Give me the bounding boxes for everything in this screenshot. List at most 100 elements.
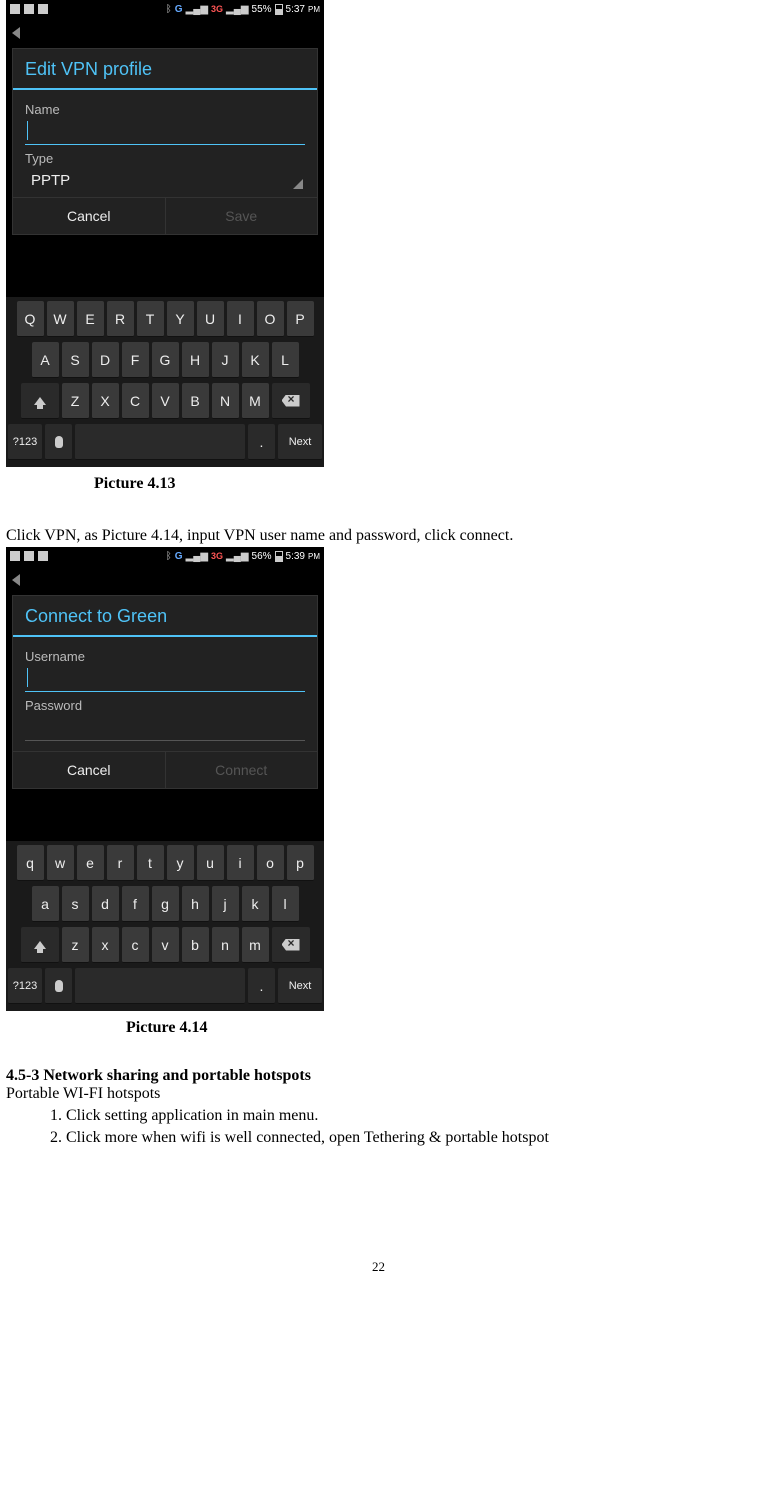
kb-row-4: ?123 . Next bbox=[8, 424, 322, 460]
back-icon[interactable] bbox=[12, 574, 20, 586]
key-u[interactable]: U bbox=[197, 301, 224, 337]
key-y[interactable]: Y bbox=[167, 301, 194, 337]
key-backspace[interactable] bbox=[272, 383, 310, 419]
status-bar: ᛒ G ▂▄▆ 3G ▂▄▆ 55% 5:37 PM bbox=[6, 0, 324, 18]
key-c[interactable]: c bbox=[122, 927, 149, 963]
key-p[interactable]: P bbox=[287, 301, 314, 337]
key-next[interactable]: Next bbox=[278, 424, 322, 460]
key-w[interactable]: w bbox=[47, 845, 74, 881]
key-b[interactable]: B bbox=[182, 383, 209, 419]
key-t[interactable]: t bbox=[137, 845, 164, 881]
mic-icon bbox=[55, 980, 63, 992]
key-mic[interactable] bbox=[45, 968, 72, 1004]
key-g[interactable]: G bbox=[152, 342, 179, 378]
kb-row-4: ?123 . Next bbox=[8, 968, 322, 1004]
section-subheading: Portable WI-FI hotspots bbox=[6, 1085, 751, 1103]
key-backspace[interactable] bbox=[272, 927, 310, 963]
key-a[interactable]: A bbox=[32, 342, 59, 378]
key-j[interactable]: j bbox=[212, 886, 239, 922]
key-w[interactable]: W bbox=[47, 301, 74, 337]
save-button[interactable]: Save bbox=[165, 198, 318, 234]
key-h[interactable]: h bbox=[182, 886, 209, 922]
name-label: Name bbox=[25, 102, 305, 117]
section-heading: 4.5-3 Network sharing and portable hotsp… bbox=[6, 1067, 751, 1085]
key-n[interactable]: N bbox=[212, 383, 239, 419]
key-s[interactable]: s bbox=[62, 886, 89, 922]
key-u[interactable]: u bbox=[197, 845, 224, 881]
username-input[interactable] bbox=[25, 664, 305, 692]
notif-icon bbox=[10, 551, 20, 561]
key-l[interactable]: L bbox=[272, 342, 299, 378]
key-space[interactable] bbox=[75, 424, 245, 460]
key-b[interactable]: b bbox=[182, 927, 209, 963]
key-shift[interactable] bbox=[21, 383, 59, 419]
key-z[interactable]: Z bbox=[62, 383, 89, 419]
key-j[interactable]: J bbox=[212, 342, 239, 378]
keyboard: q w e r t y u i o p a s d f g h j k l z … bbox=[6, 841, 324, 1011]
type-select[interactable]: PPTP bbox=[25, 166, 305, 193]
caption-4-13: Picture 4.13 bbox=[94, 467, 751, 499]
key-m[interactable]: m bbox=[242, 927, 269, 963]
key-l[interactable]: l bbox=[272, 886, 299, 922]
key-numbers[interactable]: ?123 bbox=[8, 424, 42, 460]
signal-icon-2: ▂▄▆ bbox=[226, 4, 248, 15]
status-left bbox=[10, 551, 48, 561]
network-3g: 3G bbox=[211, 4, 223, 14]
key-dot[interactable]: . bbox=[248, 968, 275, 1004]
network-g: G bbox=[175, 551, 183, 562]
key-next[interactable]: Next bbox=[278, 968, 322, 1004]
backspace-icon bbox=[282, 395, 300, 407]
key-d[interactable]: d bbox=[92, 886, 119, 922]
key-n[interactable]: n bbox=[212, 927, 239, 963]
key-a[interactable]: a bbox=[32, 886, 59, 922]
key-v[interactable]: V bbox=[152, 383, 179, 419]
key-space[interactable] bbox=[75, 968, 245, 1004]
cancel-button[interactable]: Cancel bbox=[13, 198, 165, 234]
key-e[interactable]: e bbox=[77, 845, 104, 881]
status-bar: ᛒ G ▂▄▆ 3G ▂▄▆ 56% 5:39 PM bbox=[6, 547, 324, 565]
battery-icon bbox=[275, 551, 283, 562]
key-e[interactable]: E bbox=[77, 301, 104, 337]
key-numbers[interactable]: ?123 bbox=[8, 968, 42, 1004]
key-d[interactable]: D bbox=[92, 342, 119, 378]
key-shift[interactable] bbox=[21, 927, 59, 963]
shift-icon bbox=[34, 397, 46, 405]
key-c[interactable]: C bbox=[122, 383, 149, 419]
kb-row-3: z x c v b n m bbox=[8, 927, 322, 963]
key-x[interactable]: x bbox=[92, 927, 119, 963]
key-v[interactable]: v bbox=[152, 927, 179, 963]
name-input[interactable] bbox=[25, 117, 305, 145]
app-header bbox=[6, 565, 324, 595]
key-i[interactable]: I bbox=[227, 301, 254, 337]
key-q[interactable]: q bbox=[17, 845, 44, 881]
password-input[interactable] bbox=[25, 713, 305, 741]
key-o[interactable]: O bbox=[257, 301, 284, 337]
key-dot[interactable]: . bbox=[248, 424, 275, 460]
key-q[interactable]: Q bbox=[17, 301, 44, 337]
key-m[interactable]: M bbox=[242, 383, 269, 419]
key-t[interactable]: T bbox=[137, 301, 164, 337]
username-label: Username bbox=[25, 649, 305, 664]
key-s[interactable]: S bbox=[62, 342, 89, 378]
key-mic[interactable] bbox=[45, 424, 72, 460]
key-y[interactable]: y bbox=[167, 845, 194, 881]
battery-icon bbox=[275, 4, 283, 15]
key-f[interactable]: f bbox=[122, 886, 149, 922]
key-k[interactable]: K bbox=[242, 342, 269, 378]
screenshot-edit-vpn: ᛒ G ▂▄▆ 3G ▂▄▆ 55% 5:37 PM Edit VPN prof… bbox=[6, 0, 324, 467]
key-p[interactable]: p bbox=[287, 845, 314, 881]
key-o[interactable]: o bbox=[257, 845, 284, 881]
connect-button[interactable]: Connect bbox=[165, 752, 318, 788]
back-icon[interactable] bbox=[12, 27, 20, 39]
key-z[interactable]: z bbox=[62, 927, 89, 963]
key-i[interactable]: i bbox=[227, 845, 254, 881]
key-x[interactable]: X bbox=[92, 383, 119, 419]
key-g[interactable]: g bbox=[152, 886, 179, 922]
cancel-button[interactable]: Cancel bbox=[13, 752, 165, 788]
key-f[interactable]: F bbox=[122, 342, 149, 378]
key-r[interactable]: R bbox=[107, 301, 134, 337]
paragraph-vpn-instruction: Click VPN, as Picture 4.14, input VPN us… bbox=[6, 527, 751, 545]
key-r[interactable]: r bbox=[107, 845, 134, 881]
key-h[interactable]: H bbox=[182, 342, 209, 378]
key-k[interactable]: k bbox=[242, 886, 269, 922]
